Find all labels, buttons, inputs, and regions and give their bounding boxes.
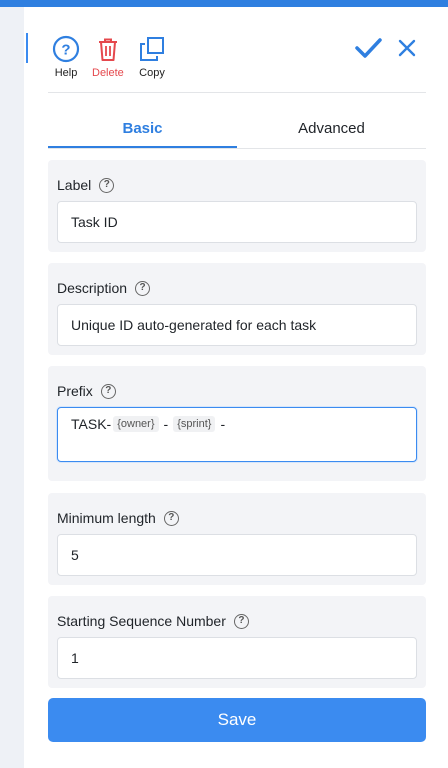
- svg-text:?: ?: [61, 42, 70, 59]
- description-help-icon[interactable]: ?: [135, 280, 151, 296]
- check-icon: [355, 38, 382, 58]
- start-seq-input[interactable]: 1: [57, 637, 417, 679]
- trash-icon: [94, 35, 122, 63]
- prefix-separator: -: [163, 416, 169, 432]
- help-label: Help: [54, 67, 78, 79]
- min-length-field-label: Minimum length ?: [57, 510, 179, 526]
- copy-label: Copy: [139, 67, 165, 79]
- description-field-label: Description ?: [57, 280, 151, 296]
- help-button[interactable]: ? Help: [52, 35, 80, 79]
- help-icon: ?: [52, 35, 80, 63]
- min-length-input[interactable]: 5: [57, 534, 417, 576]
- prefix-token-sprint[interactable]: {sprint}: [173, 416, 216, 432]
- copy-button[interactable]: Copy: [138, 35, 166, 79]
- delete-label: Delete: [92, 67, 124, 79]
- min-length-field-group: Minimum length ? 5: [48, 493, 426, 585]
- start-seq-field-group: Starting Sequence Number ? 1: [48, 596, 426, 688]
- prefix-help-icon[interactable]: ?: [100, 383, 116, 399]
- tab-bar: Basic Advanced: [48, 113, 426, 149]
- prefix-title: Prefix: [57, 383, 93, 399]
- min-length-help-icon[interactable]: ?: [163, 510, 179, 526]
- delete-button[interactable]: Delete: [92, 35, 124, 79]
- description-input-value: Unique ID auto-generated for each task: [71, 317, 317, 333]
- close-icon: [398, 39, 416, 57]
- start-seq-help-icon[interactable]: ?: [233, 613, 249, 629]
- min-length-input-value: 5: [71, 547, 79, 563]
- prefix-token-owner[interactable]: {owner}: [113, 416, 159, 432]
- tab-basic[interactable]: Basic: [48, 113, 237, 148]
- start-seq-title: Starting Sequence Number: [57, 613, 226, 629]
- top-accent-bar: [0, 0, 448, 7]
- prefix-input[interactable]: TASK- {owner} - {sprint} -: [57, 407, 417, 462]
- start-seq-input-value: 1: [71, 650, 79, 666]
- min-length-title: Minimum length: [57, 510, 156, 526]
- description-input[interactable]: Unique ID auto-generated for each task: [57, 304, 417, 346]
- label-field-group: Label ? Task ID: [48, 160, 426, 252]
- label-title: Label: [57, 177, 92, 193]
- confirm-button[interactable]: [352, 35, 384, 61]
- description-title: Description: [57, 280, 128, 296]
- prefix-field-label: Prefix ?: [57, 383, 116, 399]
- close-button[interactable]: [396, 37, 418, 59]
- label-help-icon[interactable]: ?: [99, 177, 115, 193]
- prefix-static-text: TASK-: [71, 416, 112, 432]
- left-rail: [0, 7, 24, 768]
- start-seq-field-label: Starting Sequence Number ?: [57, 613, 249, 629]
- copy-icon: [138, 35, 166, 63]
- description-field-group: Description ? Unique ID auto-generated f…: [48, 263, 426, 355]
- toolbar-divider: [48, 92, 426, 93]
- label-field-label: Label ?: [57, 177, 115, 193]
- save-button[interactable]: Save: [48, 698, 426, 742]
- tab-advanced[interactable]: Advanced: [237, 113, 426, 148]
- prefix-field-group: Prefix ? TASK- {owner} - {sprint} -: [48, 366, 426, 481]
- prefix-separator: -: [220, 416, 226, 432]
- label-input[interactable]: Task ID: [57, 201, 417, 243]
- label-input-value: Task ID: [71, 214, 118, 230]
- rail-active-marker: [26, 33, 28, 63]
